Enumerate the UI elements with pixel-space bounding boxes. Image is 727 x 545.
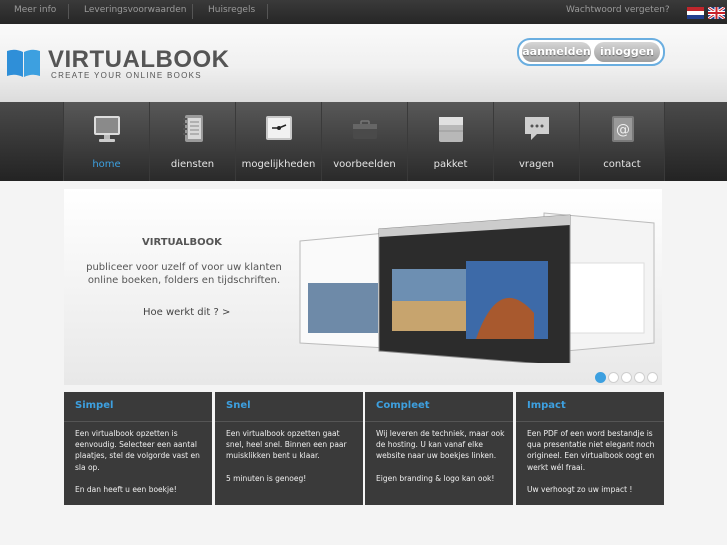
logo-subtitle: CREATE YOUR ONLINE BOOKS [51, 71, 202, 80]
nav-item-mogelijkheden[interactable]: mogelijkheden [235, 102, 321, 181]
speech-bubble-icon [525, 117, 549, 140]
uk-flag-icon[interactable] [708, 7, 725, 19]
product-screenshots-illustration [299, 212, 655, 363]
nav-item-home[interactable]: home [63, 102, 149, 181]
svg-text:@: @ [616, 122, 630, 138]
feature-box-impact: Impact Een PDF of een word bestandje is … [516, 392, 664, 505]
monitor-icon [94, 116, 120, 142]
feature-paragraph: Een virtualbook opzetten is eenvoudig. S… [75, 429, 200, 472]
nav-label: diensten [170, 159, 215, 170]
feature-title: Snel [226, 400, 251, 411]
briefcase-icon [353, 120, 377, 139]
feature-body: Een virtualbook opzetten is eenvoudig. S… [75, 428, 207, 506]
forgot-password-link[interactable]: Wachtwoord vergeten? [566, 5, 670, 15]
divider [267, 4, 268, 19]
feature-body: Wij leveren de techniek, maar ook de hos… [376, 428, 508, 495]
nav-item-voorbeelden[interactable]: voorbeelden [321, 102, 407, 181]
feature-paragraph: Wij leveren de techniek, maar ook de hos… [376, 429, 505, 461]
nav-label: home [92, 159, 121, 170]
feature-box-compleet: Compleet Wij leveren de techniek, maar o… [365, 392, 513, 505]
feature-paragraph: 5 minuten is genoeg! [226, 473, 307, 483]
feature-box-simpel: Simpel Een virtualbook opzetten is eenvo… [64, 392, 212, 505]
notebook-icon [183, 115, 203, 142]
feature-paragraph: Uw verhoogt zo uw impact ! [527, 484, 633, 494]
slideshow-icon [266, 116, 292, 140]
package-icon [439, 117, 463, 142]
feature-body: Een virtualbook opzetten gaat snel, heel… [226, 428, 358, 495]
top-link-leveringsvoorwaarden[interactable]: Leveringsvoorwaarden [84, 5, 187, 15]
hero-banner: VIRTUALBOOK publiceer voor uzelf of voor… [64, 189, 662, 385]
nav-item-contact[interactable]: @ contact [579, 102, 665, 181]
email-icon: @ [612, 116, 634, 142]
feature-paragraph: Eigen branding & logo kan ook! [376, 473, 495, 483]
feature-title: Impact [527, 400, 566, 411]
divider [365, 421, 513, 422]
nav-label: pakket [433, 159, 468, 170]
nav-item-diensten[interactable]: diensten [149, 102, 235, 181]
nav-item-pakket[interactable]: pakket [407, 102, 493, 181]
slider-dot[interactable] [647, 372, 658, 383]
slider-dot[interactable] [634, 372, 645, 383]
divider [64, 421, 212, 422]
top-link-meer-info[interactable]: Meer info [14, 5, 56, 15]
slider-dot[interactable] [621, 372, 632, 383]
header: VIRTUALBOOK CREATE YOUR ONLINE BOOKS aan… [0, 24, 727, 102]
nav-label: mogelijkheden [241, 159, 316, 170]
auth-button-group: aanmelden inloggen [517, 38, 665, 66]
nav-label: voorbeelden [333, 159, 396, 170]
how-it-works-link[interactable]: Hoe werkt dit ? > [143, 307, 230, 318]
top-bar: Meer info Leveringsvoorwaarden Huisregel… [0, 0, 727, 24]
divider [516, 421, 664, 422]
nav-label: contact [603, 159, 641, 170]
banner-title: VIRTUALBOOK [142, 237, 222, 248]
feature-title: Compleet [376, 400, 430, 411]
divider [215, 421, 363, 422]
nl-flag-icon[interactable] [687, 7, 704, 19]
feature-paragraph: Een PDF of een word bestandje is qua pre… [527, 429, 655, 472]
feature-body: Een PDF of een word bestandje is qua pre… [527, 428, 659, 506]
main-nav: home diensten mogelijkheden voorbeelden … [0, 102, 727, 181]
register-button[interactable]: aanmelden [522, 42, 591, 62]
nav-item-vragen[interactable]: vragen [493, 102, 579, 181]
divider [192, 4, 193, 19]
feature-box-snel: Snel Een virtualbook opzetten gaat snel,… [215, 392, 363, 505]
logo-title[interactable]: VIRTUALBOOK [48, 46, 230, 74]
divider [68, 4, 69, 19]
slider-dot[interactable] [595, 372, 606, 383]
top-link-huisregels[interactable]: Huisregels [208, 5, 255, 15]
feature-title: Simpel [75, 400, 114, 411]
nav-label: vragen [519, 159, 554, 170]
login-button[interactable]: inloggen [594, 42, 660, 62]
feature-paragraph: Een virtualbook opzetten gaat snel, heel… [226, 429, 347, 461]
feature-paragraph: En dan heeft u een boekje! [75, 484, 177, 494]
book-logo-icon[interactable] [6, 48, 41, 78]
slider-dot[interactable] [608, 372, 619, 383]
banner-text: publiceer voor uzelf of voor uw klanten … [86, 262, 282, 286]
